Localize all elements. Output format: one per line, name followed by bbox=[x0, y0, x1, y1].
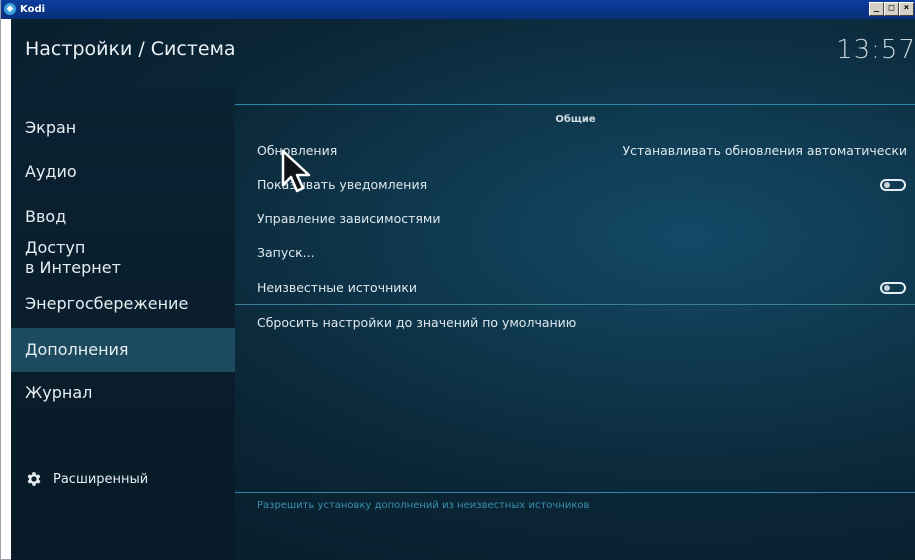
gear-icon bbox=[27, 472, 41, 486]
setting-reset-defaults[interactable]: Сбросить настройки до значений по умолча… bbox=[235, 306, 915, 340]
close-button[interactable]: × bbox=[899, 2, 914, 16]
setting-description: Разрешить установку дополнений из неизве… bbox=[257, 500, 590, 511]
window-title: Kodi bbox=[20, 4, 46, 15]
advanced-level-button[interactable]: Расширенный bbox=[25, 470, 148, 488]
sidebar: Экран Аудио Ввод Доступ в Интернет Энерг… bbox=[11, 86, 235, 560]
setting-label: Запуск... bbox=[257, 245, 315, 260]
section-title: Общие bbox=[555, 114, 596, 125]
setting-manage-dependencies[interactable]: Управление зависимостями bbox=[235, 202, 915, 236]
setting-updates[interactable]: Обновления Устанавливать обновления авто… bbox=[235, 134, 915, 168]
sidebar-item-log[interactable]: Журнал bbox=[11, 383, 235, 403]
setting-label: Управление зависимостями bbox=[257, 211, 441, 226]
window-controls: _ □ × bbox=[869, 2, 914, 17]
unknown-sources-toggle[interactable] bbox=[880, 282, 906, 294]
notifications-toggle[interactable] bbox=[880, 179, 906, 191]
advanced-level-label: Расширенный bbox=[53, 471, 149, 487]
maximize-button[interactable]: □ bbox=[884, 2, 899, 16]
sidebar-item-screen[interactable]: Экран bbox=[11, 118, 235, 138]
sidebar-item-addons[interactable]: Дополнения bbox=[11, 328, 235, 372]
toggle-knob bbox=[884, 182, 890, 188]
minimize-button[interactable]: _ bbox=[869, 2, 884, 16]
sidebar-item-power-saving[interactable]: Энергосбережение bbox=[11, 294, 235, 314]
clock: 13:57 bbox=[836, 35, 915, 65]
window-frame: ◆ Kodi _ □ × Настройки / Система 13:57 Э… bbox=[0, 0, 915, 560]
setting-running[interactable]: Запуск... bbox=[235, 236, 915, 270]
settings-divider bbox=[235, 304, 915, 305]
setting-value: Устанавливать обновления автоматически bbox=[622, 143, 907, 158]
bottom-divider bbox=[235, 492, 915, 493]
toggle-knob bbox=[884, 285, 890, 291]
kodi-app: Настройки / Система 13:57 Экран Аудио Вв… bbox=[11, 19, 915, 560]
setting-label: Неизвестные источники bbox=[257, 280, 418, 295]
setting-show-notifications[interactable]: Показывать уведомления bbox=[235, 168, 915, 202]
settings-panel: Общие Обновления Устанавливать обновлени… bbox=[235, 86, 915, 560]
page-title: Настройки / Система bbox=[25, 38, 236, 60]
sidebar-item-input[interactable]: Ввод bbox=[11, 207, 235, 227]
setting-label: Сбросить настройки до значений по умолча… bbox=[257, 315, 577, 330]
sidebar-item-audio[interactable]: Аудио bbox=[11, 162, 235, 182]
top-divider bbox=[235, 104, 915, 105]
mouse-pointer-icon bbox=[281, 149, 311, 193]
setting-unknown-sources[interactable]: Неизвестные источники bbox=[235, 271, 915, 305]
window-titlebar[interactable]: ◆ Kodi _ □ × bbox=[1, 0, 915, 19]
sidebar-item-internet-access[interactable]: Доступ в Интернет bbox=[11, 238, 235, 278]
kodi-logo-icon: ◆ bbox=[4, 3, 16, 15]
